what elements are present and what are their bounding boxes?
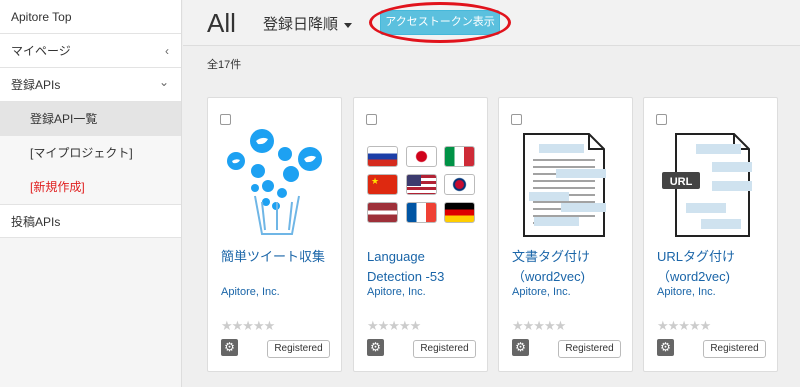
api-name-link[interactable]: URLタグ付け（word2vec) — [657, 247, 772, 287]
sidebar-item-label: [新規作成] — [30, 180, 85, 194]
vendor-link[interactable]: Apitore, Inc. — [657, 286, 716, 298]
api-card[interactable]: 文書タグ付け（word2vec) Apitore, Inc. ★★★★★ ⚙ R… — [498, 97, 633, 372]
select-checkbox[interactable] — [511, 114, 522, 125]
api-name-link[interactable]: 簡単ツイート収集 — [221, 247, 336, 267]
sort-label: 登録日降順 — [263, 16, 339, 33]
url-badge-text: URL — [670, 176, 693, 188]
api-card[interactable]: URL URLタグ付け（word2vec) Apitore, Inc. ★★★★… — [643, 97, 778, 372]
twitter-cup-icon — [218, 126, 333, 238]
sidebar: Apitore Top マイページ ‹ 登録APIs ⌄ 登録API一覧 [マイ… — [0, 0, 182, 387]
api-card[interactable]: ★ Language Detection -53 Apitore, Inc. ★… — [353, 97, 488, 372]
vendor-link[interactable]: Apitore, Inc. — [367, 286, 426, 298]
select-checkbox[interactable] — [220, 114, 231, 125]
sidebar-item-api-list[interactable]: 登録API一覧 — [0, 102, 181, 136]
flag-germany-icon — [444, 202, 475, 223]
vendor-link[interactable]: Apitore, Inc. — [221, 286, 280, 298]
sidebar-item-apitore-top[interactable]: Apitore Top — [0, 0, 181, 34]
flag-usa-icon — [406, 174, 437, 195]
flag-italy-icon — [444, 146, 475, 167]
rating-stars: ★★★★★ — [221, 318, 275, 333]
flag-china-icon: ★ — [367, 174, 398, 195]
select-checkbox[interactable] — [366, 114, 377, 125]
sidebar-item-mypage[interactable]: マイページ ‹ — [0, 34, 181, 68]
sort-dropdown[interactable]: 登録日降順 — [263, 13, 353, 34]
main-content: All 登録日降順 アクセストークン表示 全17件 簡単ツイート収集 Apito… — [183, 0, 800, 387]
rating-stars: ★★★★★ — [367, 318, 421, 333]
sidebar-item-label: 投稿APIs — [11, 215, 61, 229]
gear-icon[interactable]: ⚙ — [512, 339, 529, 356]
sidebar-item-label: 登録API一覧 — [30, 112, 98, 126]
vendor-link[interactable]: Apitore, Inc. — [512, 286, 571, 298]
sidebar-item-label: マイページ — [11, 44, 71, 58]
flag-latvia-icon — [367, 202, 398, 223]
sidebar-item-label: [マイプロジェクト] — [30, 146, 133, 160]
select-checkbox[interactable] — [656, 114, 667, 125]
header-bar: All 登録日降順 アクセストークン表示 — [183, 0, 800, 46]
sidebar-item-label: 登録APIs — [11, 78, 61, 92]
api-name-link[interactable]: 文書タグ付け（word2vec) — [512, 247, 627, 287]
sidebar-item-new-create[interactable]: [新規作成] — [0, 170, 181, 204]
flag-korea-icon — [444, 174, 475, 195]
rating-stars: ★★★★★ — [512, 318, 566, 333]
sidebar-item-registered-apis[interactable]: 登録APIs ⌄ — [0, 68, 181, 102]
flag-russia-icon — [367, 146, 398, 167]
registered-badge[interactable]: Registered — [558, 340, 621, 358]
result-count: 全17件 — [207, 59, 242, 71]
sidebar-item-posted-apis[interactable]: 投稿APIs — [0, 204, 181, 238]
gear-icon[interactable]: ⚙ — [367, 339, 384, 356]
flags-icon: ★ — [364, 126, 479, 238]
rating-stars: ★★★★★ — [657, 318, 711, 333]
flag-france-icon — [406, 202, 437, 223]
chevron-down-icon: ⌄ — [158, 75, 169, 89]
gear-icon[interactable]: ⚙ — [657, 339, 674, 356]
url-tags-icon: URL — [654, 126, 769, 238]
gear-icon[interactable]: ⚙ — [221, 339, 238, 356]
registered-badge[interactable]: Registered — [413, 340, 476, 358]
caret-down-icon — [344, 22, 353, 28]
registered-badge[interactable]: Registered — [703, 340, 766, 358]
page-title: All — [207, 8, 236, 38]
api-name-link[interactable]: Language Detection -53 — [367, 247, 482, 287]
sidebar-item-my-project[interactable]: [マイプロジェクト] — [0, 136, 181, 170]
registered-badge[interactable]: Registered — [267, 340, 330, 358]
access-token-button[interactable]: アクセストークン表示 — [380, 10, 500, 35]
flag-japan-icon — [406, 146, 437, 167]
sidebar-item-label: Apitore Top — [11, 10, 72, 24]
document-tags-icon — [509, 126, 624, 238]
chevron-left-icon: ‹ — [165, 44, 169, 58]
api-card[interactable]: 簡単ツイート収集 Apitore, Inc. ★★★★★ ⚙ Registere… — [207, 97, 342, 372]
